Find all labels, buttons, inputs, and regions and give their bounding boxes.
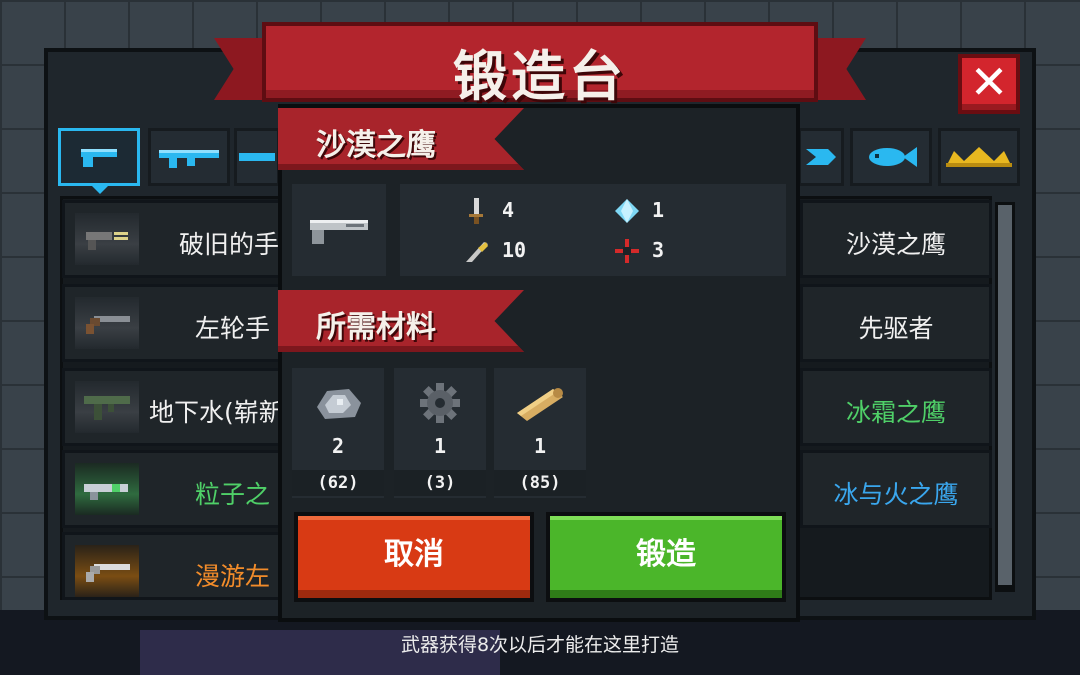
title-ribbon: 锻造台 — [262, 22, 818, 108]
close-button[interactable]: ✕ — [958, 54, 1020, 114]
gear-icon — [420, 383, 460, 423]
rifle-tab-icon — [159, 150, 219, 168]
shotgun-tab-icon — [239, 153, 275, 161]
forge-hint-text: 武器获得8次以后才能在这里打造 — [400, 634, 680, 656]
revolver-icon — [86, 316, 130, 334]
weapon-row[interactable]: 左轮手 — [62, 284, 282, 362]
weapon-row[interactable]: 沙漠之鹰 — [800, 200, 992, 278]
weapon-preview — [292, 184, 386, 276]
weapon-row[interactable]: 粒子之 — [62, 450, 282, 528]
weapon-name: 左轮手 — [195, 314, 271, 343]
weapon-name: 先驱者 — [858, 314, 934, 343]
weapon-name-ribbon: 沙漠之鹰 — [278, 108, 524, 170]
pistol-tab-icon — [81, 149, 117, 167]
fish-tab-icon — [869, 147, 917, 167]
desert-eagle-icon — [310, 220, 368, 244]
particle-gun-icon — [84, 484, 128, 500]
selected-tab-pointer — [90, 184, 110, 194]
material-required: 1 — [433, 434, 447, 458]
weapon-name: 破旧的手 — [179, 230, 279, 259]
cancel-button[interactable]: 取消 — [294, 512, 534, 602]
accuracy-value: 10 — [502, 238, 527, 262]
page-title: 锻造台 — [453, 45, 627, 108]
smg-icon — [84, 396, 130, 420]
material-slot: 2 (62) — [292, 368, 384, 498]
weapon-row[interactable]: 破旧的手 — [62, 200, 282, 278]
weapon-name: 沙漠之鹰 — [845, 230, 946, 259]
material-icon-wrap — [292, 376, 384, 430]
weapon-row[interactable]: 漫游左 — [62, 532, 282, 600]
weapon-row[interactable]: 冰霜之鹰 — [800, 368, 992, 446]
weapon-name-title: 沙漠之鹰 — [316, 128, 436, 163]
tab-launcher[interactable] — [798, 128, 844, 186]
weapon-name: 地下水(崭新 — [149, 398, 279, 427]
roaming-revolver-icon — [86, 564, 130, 582]
material-slot: 1 (3) — [394, 368, 486, 498]
weapon-list-scrollbar[interactable] — [995, 202, 1015, 592]
tab-shotgun[interactable] — [234, 128, 280, 186]
material-owned: (3) — [394, 470, 486, 496]
material-slot: 1 (85) — [494, 368, 586, 498]
ore-icon — [317, 389, 361, 419]
weapon-thumbnail — [75, 463, 139, 515]
weapon-name: 漫游左 — [195, 562, 271, 591]
scrollbar-thumb[interactable] — [998, 205, 1012, 585]
material-icon-wrap — [494, 376, 586, 430]
forge-button[interactable]: 锻造 — [546, 512, 786, 602]
materials-title: 所需材料 — [316, 310, 436, 345]
crit-value: 3 — [652, 238, 665, 262]
materials-ribbon: 所需材料 — [278, 290, 524, 352]
tab-crown[interactable] — [938, 128, 1020, 186]
weapon-name: 冰与火之鹰 — [833, 480, 959, 509]
launcher-tab-icon — [806, 149, 836, 165]
tab-fish[interactable] — [850, 128, 932, 186]
energy-value: 1 — [652, 198, 665, 222]
weapon-name: 粒子之 — [195, 480, 271, 509]
weapon-thumbnail — [75, 213, 139, 265]
old-pistol-icon — [86, 232, 128, 250]
crosshair-icon — [615, 239, 639, 263]
weapon-row[interactable]: 先驱者 — [800, 284, 992, 362]
material-icon-wrap — [394, 376, 486, 430]
weapon-row[interactable]: 地下水(崭新 — [62, 368, 282, 446]
weapon-row[interactable]: 冰与火之鹰 — [800, 450, 992, 528]
weapon-thumbnail — [75, 381, 139, 433]
diamond-icon — [615, 199, 639, 223]
tab-rifle[interactable] — [148, 128, 230, 186]
weapon-name: 冰霜之鹰 — [845, 398, 946, 427]
damage-value: 4 — [502, 198, 515, 222]
weapon-thumbnail — [75, 545, 139, 597]
tab-pistol[interactable] — [58, 128, 140, 186]
material-required: 1 — [533, 434, 547, 458]
close-icon: ✕ — [969, 55, 1009, 109]
sword-icon — [469, 198, 483, 224]
wood-icon — [517, 388, 563, 421]
material-owned: (62) — [292, 470, 384, 496]
crown-tab-icon — [946, 147, 1012, 167]
feather-icon — [466, 242, 488, 262]
material-owned: (85) — [494, 470, 586, 496]
weapon-thumbnail — [75, 297, 139, 349]
weapon-stats: 4 1 10 3 — [400, 184, 786, 276]
material-required: 2 — [331, 434, 345, 458]
